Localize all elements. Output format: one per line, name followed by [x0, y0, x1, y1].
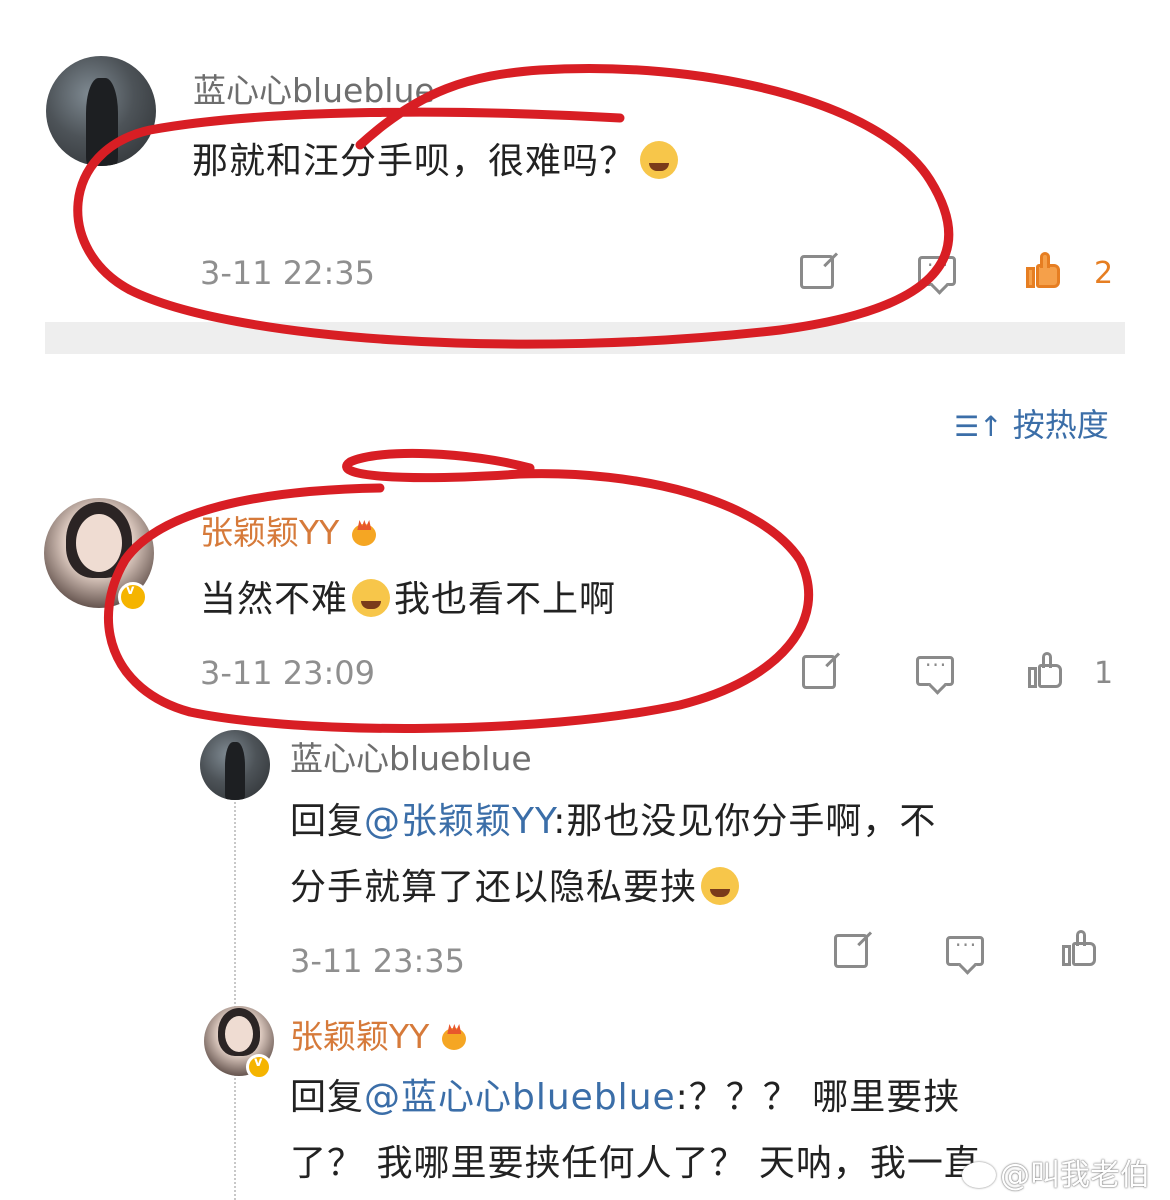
red-circle-annotation [73, 63, 954, 349]
watermark: @叫我老伯 [962, 1150, 1150, 1194]
weibo-logo-icon [962, 1162, 996, 1188]
watermark-text: @叫我老伯 [1000, 1158, 1150, 1193]
annotation-marks [73, 63, 954, 733]
red-circle-annotation [103, 448, 814, 733]
